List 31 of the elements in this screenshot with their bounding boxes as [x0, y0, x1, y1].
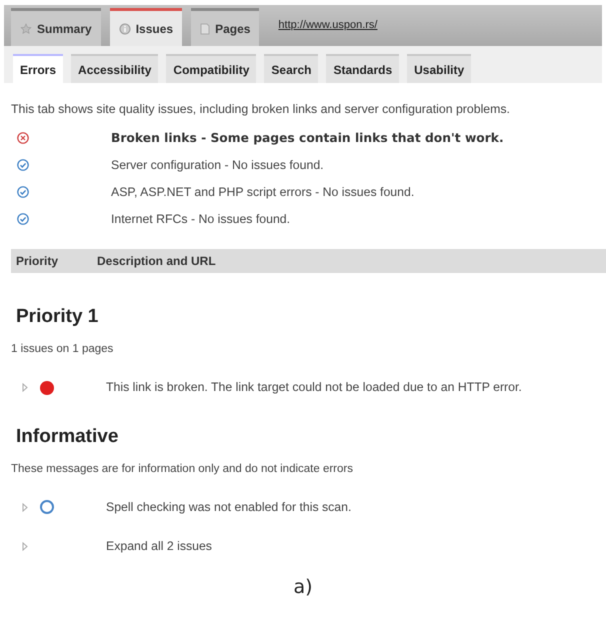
column-header: Description and URL — [97, 253, 216, 270]
expand-arrow-icon[interactable] — [22, 542, 28, 551]
section-heading: Priority 1 — [16, 305, 100, 330]
sub-tab[interactable]: Compatibility — [166, 54, 256, 83]
sub-tab[interactable]: Accessibility — [71, 54, 158, 83]
sub-tab[interactable]: Standards — [326, 54, 400, 83]
check-text: Server configuration - No issues found. — [111, 156, 324, 174]
tab[interactable]: Summary — [11, 8, 101, 46]
issue-text: This link is broken. The link target could not be loaded due to an HTTP error. — [106, 379, 522, 396]
section-subtitle: These messages are for information only and do not indicate errors — [11, 462, 354, 477]
sub-tab[interactable]: Errors — [13, 54, 64, 83]
check-text: Internet RFCs - No issues found. — [111, 210, 290, 228]
check-text: Broken links - Some pages contain links that don't work. — [111, 130, 504, 147]
section-heading: Informative — [16, 425, 120, 450]
sub-tab[interactable]: Search — [264, 54, 318, 83]
expand-arrow-icon[interactable] — [22, 383, 28, 392]
check-text: ASP, ASP.NET and PHP script errors - No issues found. — [111, 184, 414, 201]
tab[interactable]: Pages — [191, 8, 260, 46]
expand-arrow-icon[interactable] — [22, 502, 28, 512]
sub-tab[interactable]: Usability — [407, 54, 472, 83]
info-icon — [118, 22, 131, 34]
page-icon — [200, 22, 210, 34]
caption: a) — [292, 574, 314, 600]
section-subtitle: 1 issues on 1 pages — [11, 342, 114, 357]
url-link[interactable]: http://www.uspon.rs/ — [278, 17, 378, 34]
column-header: Priority — [16, 253, 60, 270]
tab[interactable]: Issues — [110, 8, 182, 46]
intro-text: This tab shows site quality issues, including broken links and server configuration problems. — [11, 101, 511, 118]
issue-text: Spell checking was not enabled for this scan. — [106, 499, 352, 516]
star-icon — [20, 22, 32, 34]
expand-all-link[interactable]: Expand all 2 issues — [106, 537, 212, 556]
